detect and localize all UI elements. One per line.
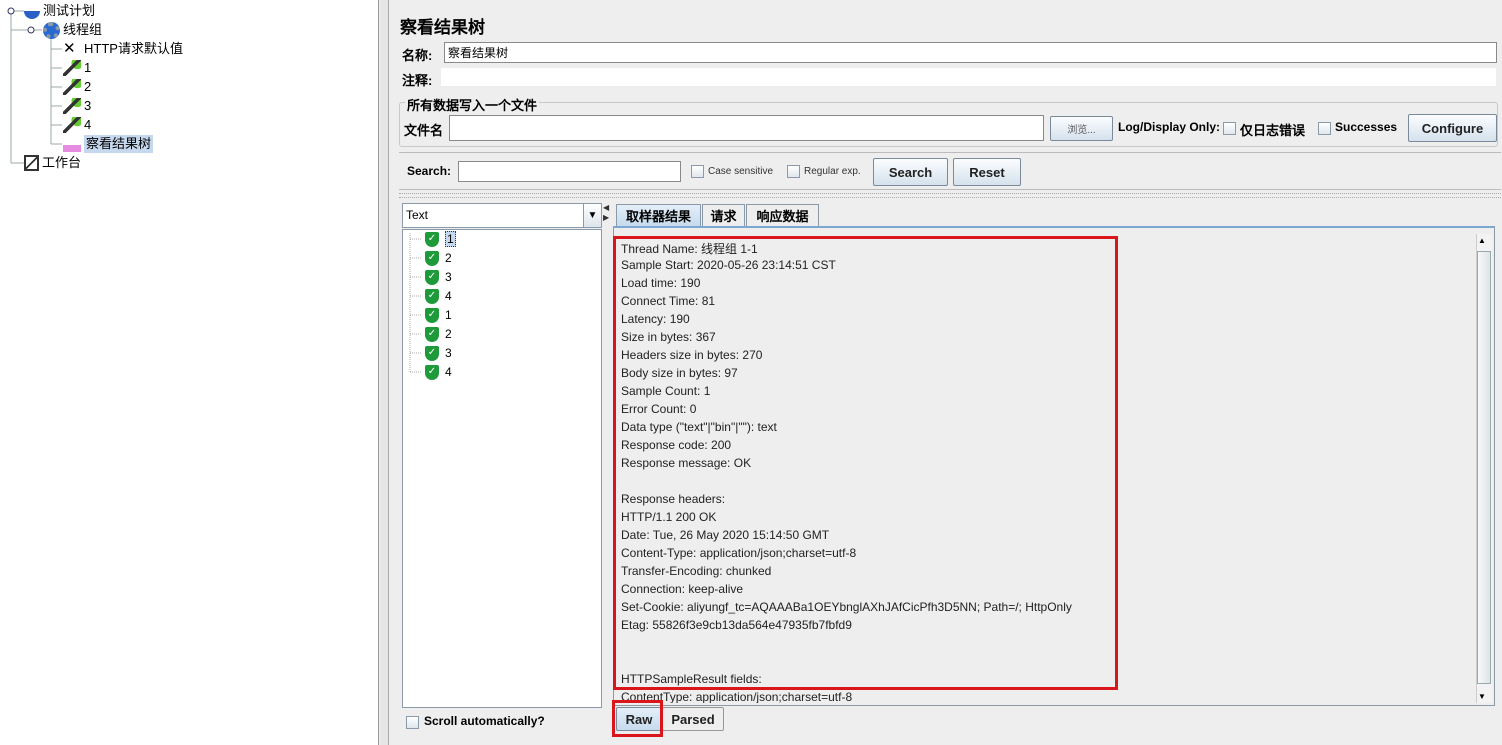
errors-only-checkbox[interactable]: [1223, 122, 1236, 135]
name-input[interactable]: [444, 42, 1497, 63]
browse-button[interactable]: 浏览...: [1050, 116, 1113, 141]
success-shield-icon: ✓: [425, 345, 439, 361]
tree-node-workbench[interactable]: 工作台: [24, 154, 81, 172]
regex-label: Regular exp.: [804, 166, 861, 177]
sampler-pipette-icon: [63, 98, 81, 114]
tree-node-test-plan[interactable]: 测试计划: [24, 2, 95, 20]
success-shield-icon: ✓: [425, 307, 439, 323]
test-plan-tree[interactable]: 测试计划 线程组 ✕ HTTP请求默认值 1 2 3 4 察看结果树 工作台: [0, 0, 379, 745]
page-title: 察看结果树: [400, 18, 485, 37]
result-item-label: 3: [445, 346, 452, 360]
result-item-label: 3: [445, 270, 452, 284]
tree-node-sampler[interactable]: 1: [63, 59, 91, 77]
success-shield-icon: ✓: [425, 231, 439, 247]
search-button[interactable]: Search: [873, 158, 948, 186]
gear-icon: [43, 21, 60, 39]
successes-checkbox[interactable]: [1318, 122, 1331, 135]
filename-input[interactable]: [449, 115, 1044, 141]
successes-label: Successes: [1335, 120, 1398, 134]
success-shield-icon: ✓: [425, 326, 439, 342]
tab-response-data[interactable]: 响应数据: [746, 204, 819, 226]
success-shield-icon: ✓: [425, 288, 439, 304]
result-item[interactable]: ✓ 1: [425, 306, 452, 324]
configure-button[interactable]: Configure: [1408, 114, 1497, 142]
tab-request[interactable]: 请求: [702, 204, 745, 226]
sampler-pipette-icon: [63, 60, 81, 76]
result-item[interactable]: ✓ 2: [425, 325, 452, 343]
comment-label: 注释:: [402, 73, 433, 88]
renderer-value: Text: [406, 208, 429, 222]
vertical-scrollbar[interactable]: ▲ ▼: [1476, 234, 1492, 703]
file-group-title: 所有数据写入一个文件: [405, 95, 540, 114]
sampler-pipette-icon: [63, 117, 81, 133]
search-input[interactable]: [458, 161, 681, 182]
scroll-up-icon[interactable]: ▲: [1478, 236, 1486, 245]
tab-sampler-result[interactable]: 取样器结果: [616, 204, 701, 226]
scrollbar-thumb[interactable]: [1477, 251, 1491, 684]
tree-node-thread-group[interactable]: 线程组: [43, 21, 102, 39]
tree-node-view-results-tree[interactable]: 察看结果树: [63, 135, 154, 153]
errors-only-label: 仅日志错误: [1240, 123, 1306, 138]
workbench-icon: [24, 155, 39, 171]
highlight-box-content: [613, 236, 1118, 690]
result-item-label: 2: [445, 327, 452, 341]
highlight-box-raw: [612, 700, 663, 737]
result-item[interactable]: ✓ 3: [425, 268, 452, 286]
search-label: Search:: [407, 164, 452, 178]
tree-node-sampler[interactable]: 2: [63, 78, 91, 96]
tree-node-sampler[interactable]: 3: [63, 97, 91, 115]
vertical-split-divider[interactable]: [399, 193, 1501, 198]
result-item[interactable]: ✓ 4: [425, 363, 452, 381]
chevron-down-icon: ▼: [583, 204, 601, 227]
success-shield-icon: ✓: [425, 364, 439, 380]
split-pane-divider[interactable]: [380, 0, 389, 745]
renderer-combobox[interactable]: Text ▼: [402, 203, 602, 228]
result-item-label: 1: [445, 231, 456, 247]
test-plan-icon: [24, 3, 40, 19]
result-item[interactable]: ✓ 4: [425, 287, 452, 305]
name-label: 名称:: [402, 48, 433, 63]
result-item-label: 1: [445, 308, 452, 322]
collapse-arrows[interactable]: ◀ ▶: [603, 203, 609, 228]
tree-node-sampler[interactable]: 4: [63, 116, 91, 134]
tools-icon: ✕: [63, 40, 76, 57]
sampler-pipette-icon: [63, 79, 81, 95]
listener-chart-icon: [63, 136, 81, 152]
success-shield-icon: ✓: [425, 269, 439, 285]
result-item-label: 2: [445, 251, 452, 265]
result-item[interactable]: ✓ 2: [425, 249, 452, 267]
result-item-label: 4: [445, 365, 452, 379]
tree-node-http-defaults[interactable]: ✕ HTTP请求默认值: [63, 40, 183, 58]
log-display-label: Log/Display Only:: [1118, 120, 1221, 134]
reset-button[interactable]: Reset: [953, 158, 1021, 186]
comment-input[interactable]: [440, 67, 1497, 87]
scroll-automatically-label: Scroll automatically?: [424, 714, 545, 728]
case-sensitive-label: Case sensitive: [708, 166, 774, 177]
filename-label: 文件名: [404, 123, 444, 138]
result-item-label: 4: [445, 289, 452, 303]
scroll-automatically-checkbox[interactable]: [406, 716, 419, 729]
success-shield-icon: ✓: [425, 250, 439, 266]
parsed-button[interactable]: Parsed: [662, 707, 724, 731]
case-sensitive-checkbox[interactable]: [691, 165, 704, 178]
result-item[interactable]: ✓ 1: [425, 230, 456, 248]
scroll-down-icon[interactable]: ▼: [1478, 692, 1486, 701]
regex-checkbox[interactable]: [787, 165, 800, 178]
result-item[interactable]: ✓ 3: [425, 344, 452, 362]
